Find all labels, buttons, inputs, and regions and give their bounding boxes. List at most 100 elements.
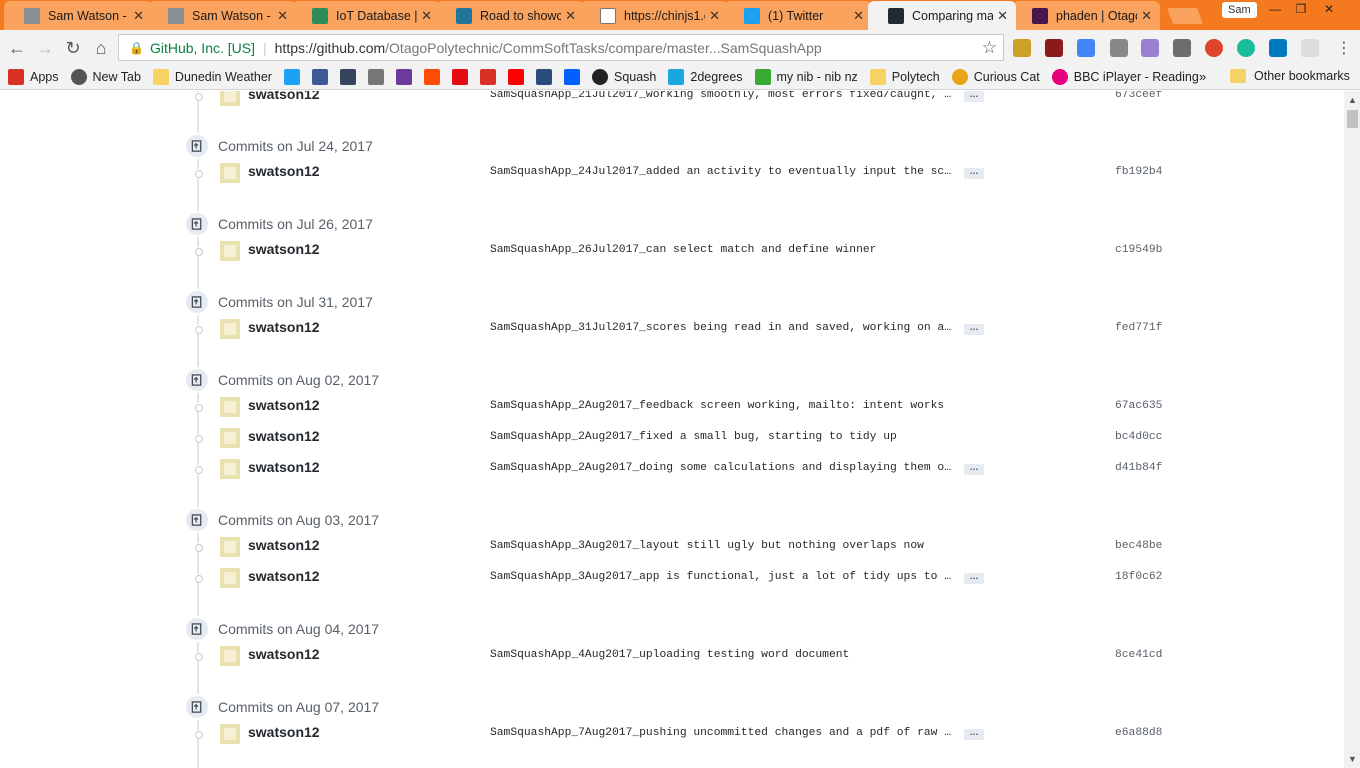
bookmark-item[interactable]: [283, 69, 300, 85]
bookmark-item[interactable]: BBC iPlayer - Reading: [1051, 69, 1199, 85]
bookmark-item[interactable]: [451, 69, 468, 85]
profile-button[interactable]: Sam: [1222, 2, 1257, 18]
bookmark-item[interactable]: [367, 69, 384, 85]
browser-tab[interactable]: (1) Twitter ✕: [724, 1, 872, 30]
bookmark-item[interactable]: [339, 69, 356, 85]
commit-sha-link[interactable]: bec48be: [1115, 540, 1162, 552]
close-icon[interactable]: ✕: [565, 8, 576, 24]
commit-message-link[interactable]: SamSquashApp_3Aug2017_layout still ugly …: [490, 540, 924, 552]
bookmark-item[interactable]: my nib - nib nz: [754, 69, 858, 85]
commit-message-link[interactable]: SamSquashApp_3Aug2017_app is functional,…: [490, 571, 956, 583]
close-window-icon[interactable]: ✕: [1316, 0, 1342, 18]
commit-sha-link[interactable]: bc4d0cc: [1115, 431, 1162, 443]
bookmark-item[interactable]: [395, 69, 412, 85]
back-icon[interactable]: ←: [6, 37, 28, 59]
commit-sha-link[interactable]: e6a88d8: [1115, 727, 1162, 739]
commit-message-link[interactable]: SamSquashApp_26Jul2017_can select match …: [490, 244, 876, 256]
extension-icon[interactable]: [1205, 39, 1223, 57]
browser-tab[interactable]: IoT Database | T✕: [292, 1, 440, 30]
restore-icon[interactable]: ❐: [1288, 0, 1314, 18]
extension-icon[interactable]: [1141, 39, 1159, 57]
close-icon[interactable]: ✕: [133, 8, 144, 24]
browser-tab[interactable]: https://chinjs1.g ✕: [580, 1, 728, 30]
avatar[interactable]: [220, 91, 240, 106]
commit-sha-link[interactable]: c19549b: [1115, 244, 1162, 256]
bookmark-item[interactable]: [311, 69, 328, 85]
browser-tab[interactable]: Sam Watson - C ✕: [148, 1, 296, 30]
bookmark-item[interactable]: [423, 69, 440, 85]
bookmark-item[interactable]: Polytech: [869, 69, 940, 85]
close-icon[interactable]: ✕: [277, 8, 288, 24]
close-icon[interactable]: ✕: [709, 8, 720, 24]
expand-message-button[interactable]: …: [964, 463, 984, 475]
home-icon[interactable]: ⌂: [90, 37, 112, 59]
commit-author-link[interactable]: swatson12: [248, 397, 320, 413]
commit-author-link[interactable]: swatson12: [248, 241, 320, 257]
address-bar[interactable]: 🔒 GitHub, Inc. [US] | https://github.com…: [118, 34, 1004, 61]
expand-message-button[interactable]: …: [964, 91, 984, 102]
commit-sha-link[interactable]: fed771f: [1115, 322, 1162, 334]
commit-sha-link[interactable]: 673ceef: [1115, 91, 1162, 101]
browser-menu-icon[interactable]: ⋮: [1336, 38, 1352, 58]
expand-message-button[interactable]: …: [964, 167, 984, 179]
avatar[interactable]: [220, 241, 240, 261]
commit-sha-link[interactable]: 8ce41cd: [1115, 649, 1162, 661]
expand-message-button[interactable]: …: [964, 728, 984, 740]
commit-author-link[interactable]: swatson12: [248, 724, 320, 740]
commit-author-link[interactable]: swatson12: [248, 163, 320, 179]
commit-sha-link[interactable]: fb192b4: [1115, 166, 1162, 178]
avatar[interactable]: [220, 163, 240, 183]
reload-icon[interactable]: ↻: [62, 37, 84, 59]
bookmark-item[interactable]: [507, 69, 524, 85]
commit-sha-link[interactable]: 67ac635: [1115, 400, 1162, 412]
bookmark-star-icon[interactable]: ☆: [982, 38, 997, 58]
commit-message-link[interactable]: SamSquashApp_4Aug2017_uploading testing …: [490, 649, 849, 661]
bookmark-item[interactable]: 2degrees: [668, 69, 743, 85]
scrollbar[interactable]: ▲ ▼: [1344, 91, 1360, 768]
bookmark-item[interactable]: Curious Cat: [951, 69, 1040, 85]
commit-message-link[interactable]: SamSquashApp_2Aug2017_feedback screen wo…: [490, 400, 944, 412]
browser-tab[interactable]: phaden | Otago ✕: [1012, 1, 1160, 30]
browser-tab[interactable]: Road to showca ✕: [436, 1, 584, 30]
expand-message-button[interactable]: …: [964, 572, 984, 584]
avatar[interactable]: [220, 568, 240, 588]
trello-icon[interactable]: [1269, 39, 1287, 57]
forward-icon[interactable]: →: [34, 37, 56, 59]
new-tab-button[interactable]: [1167, 8, 1203, 24]
commit-author-link[interactable]: swatson12: [248, 91, 320, 102]
commit-author-link[interactable]: swatson12: [248, 428, 320, 444]
commit-author-link[interactable]: swatson12: [248, 646, 320, 662]
scroll-up-icon[interactable]: ▲: [1348, 95, 1357, 105]
extension-icon[interactable]: [1237, 39, 1255, 57]
commit-message-link[interactable]: SamSquashApp_31Jul2017_scores being read…: [490, 322, 956, 334]
commit-message-link[interactable]: SamSquashApp_2Aug2017_fixed a small bug,…: [490, 431, 897, 443]
bookmark-item[interactable]: Squash: [591, 69, 656, 85]
commit-author-link[interactable]: swatson12: [248, 537, 320, 553]
commit-author-link[interactable]: swatson12: [248, 459, 320, 475]
browser-tab[interactable]: Sam Watson - C ✕: [4, 1, 152, 30]
chevron-right-icon[interactable]: »: [1199, 69, 1206, 84]
extension-icon[interactable]: [1301, 39, 1319, 57]
commit-message-link[interactable]: SamSquashApp_24Jul2017_added an activity…: [490, 166, 956, 178]
commit-author-link[interactable]: swatson12: [248, 319, 320, 335]
extension-icon[interactable]: [1110, 39, 1128, 57]
close-icon[interactable]: ✕: [997, 8, 1008, 24]
bookmark-item[interactable]: New Tab: [70, 69, 141, 85]
browser-tab[interactable]: Comparing mas ✕: [868, 1, 1016, 30]
close-icon[interactable]: ✕: [853, 8, 864, 24]
bookmark-item[interactable]: Dunedin Weather: [152, 69, 272, 85]
extension-icon[interactable]: [1077, 39, 1095, 57]
avatar[interactable]: [220, 646, 240, 666]
extension-icon[interactable]: [1045, 39, 1063, 57]
avatar[interactable]: [220, 319, 240, 339]
commit-sha-link[interactable]: 18f0c62: [1115, 571, 1162, 583]
close-icon[interactable]: ✕: [1141, 8, 1152, 24]
scroll-down-icon[interactable]: ▼: [1348, 754, 1357, 764]
commit-message-link[interactable]: SamSquashApp_7Aug2017_pushing uncommitte…: [490, 727, 956, 739]
avatar[interactable]: [220, 428, 240, 448]
bookmark-item[interactable]: Apps: [8, 69, 59, 85]
commit-message-link[interactable]: SamSquashApp_21Jul2017_working smoothly,…: [490, 91, 956, 101]
close-icon[interactable]: ✕: [421, 8, 432, 24]
expand-message-button[interactable]: …: [964, 323, 984, 335]
other-bookmarks[interactable]: Other bookmarks: [1230, 69, 1350, 83]
